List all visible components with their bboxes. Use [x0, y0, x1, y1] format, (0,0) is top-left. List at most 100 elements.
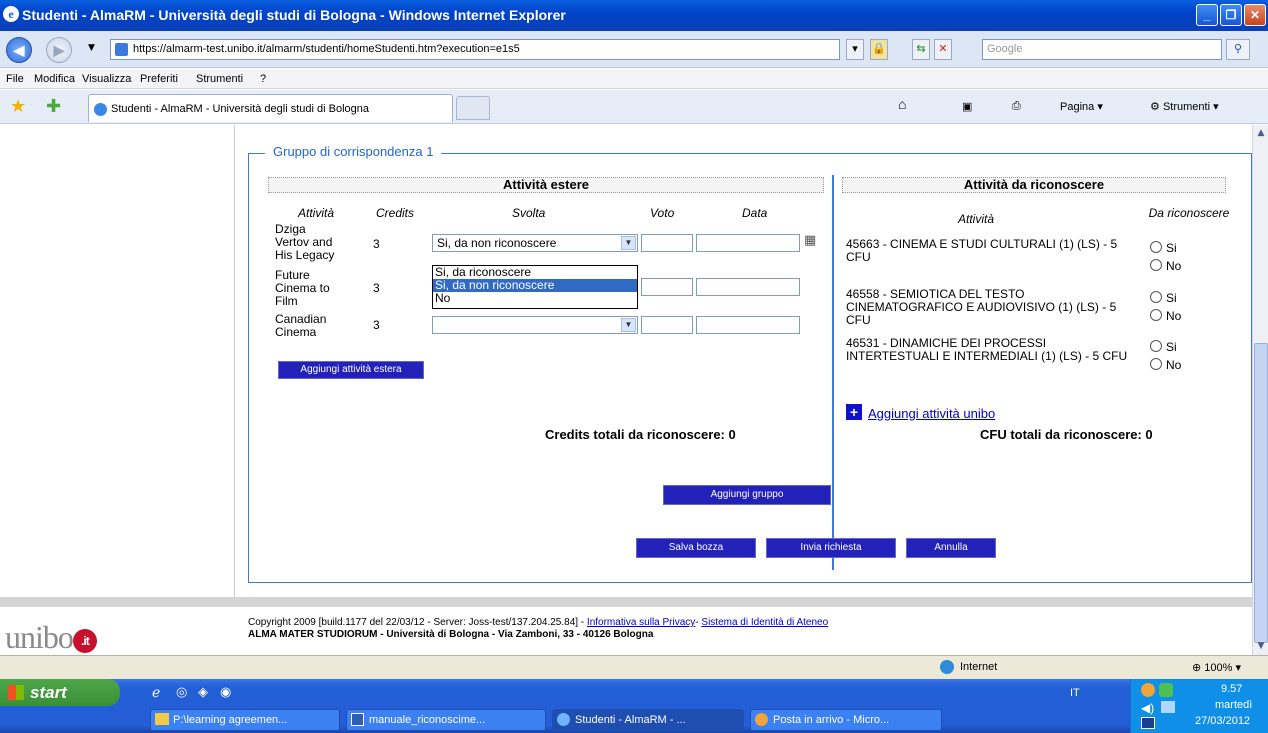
calendar-icon[interactable]: ▦: [804, 233, 816, 248]
scroll-up-icon[interactable]: ▲: [1254, 126, 1268, 140]
address-bar[interactable]: https://almarm-test.unibo.it/almarm/stud…: [110, 39, 840, 60]
folder-icon: [155, 713, 169, 725]
scroll-down-icon[interactable]: ▼: [1254, 639, 1268, 653]
forward-button[interactable]: ▶: [46, 37, 72, 63]
radio-si[interactable]: [1150, 241, 1162, 253]
zone-label: Internet: [960, 661, 998, 673]
tray-outlook-icon[interactable]: [1141, 683, 1155, 697]
page-content: Gruppo di corrispondenza 1 Attività este…: [0, 125, 1252, 655]
network-icon[interactable]: [1161, 701, 1175, 713]
menu-file[interactable]: File: [6, 73, 24, 85]
taskbar-item[interactable]: manuale_riconoscime...: [346, 709, 546, 731]
tools-menu[interactable]: ⚙ Strumenti ▾: [1150, 100, 1219, 113]
dropdown-option-selected[interactable]: Si, da non riconoscere: [433, 279, 637, 292]
menu-help[interactable]: ?: [260, 73, 266, 85]
unibo-activity-name: 46531 - DINAMICHE DEI PROCESSI INTERTEST…: [846, 336, 1128, 363]
menu-visualizza[interactable]: Visualizza: [82, 73, 131, 85]
add-unibo-activity-link[interactable]: Aggiungi attività unibo: [868, 406, 995, 421]
send-request-button[interactable]: Invia richiesta: [766, 538, 896, 558]
minimize-button[interactable]: _: [1196, 4, 1218, 26]
display-icon[interactable]: [1141, 717, 1155, 729]
identity-link[interactable]: Sistema di Identità di Ateneo: [701, 617, 828, 628]
window-title-bar[interactable]: e Studenti - AlmaRM - Università degli s…: [0, 0, 1268, 31]
taskbar-item-active[interactable]: Studenti - AlmaRM - ...: [552, 709, 744, 731]
taskbar-item-label: manuale_riconoscime...: [369, 714, 486, 726]
stop-icon[interactable]: ✕: [934, 39, 952, 60]
data-input[interactable]: [696, 316, 800, 334]
windows-logo-icon: [8, 685, 24, 700]
taskbar-item[interactable]: Posta in arrivo - Micro...: [750, 709, 942, 731]
tab-bar: ★ ✚ Studenti - AlmaRM - Università degli…: [0, 90, 1268, 124]
page-menu[interactable]: Pagina ▾: [1060, 100, 1103, 113]
chevron-down-icon: ▼: [621, 236, 636, 250]
maximize-button[interactable]: ❐: [1220, 4, 1242, 26]
status-bar: Internet ⊕ 100% ▾: [0, 655, 1268, 679]
voto-input[interactable]: [641, 234, 693, 252]
col-data: Data: [742, 206, 768, 220]
quicklaunch-ie-icon[interactable]: ℯ: [152, 684, 160, 701]
svolta-select-value: Si, da non riconoscere: [437, 236, 557, 250]
favorites-star-icon[interactable]: ★: [10, 96, 26, 117]
search-input[interactable]: Google: [982, 39, 1222, 60]
tray-security-icon[interactable]: [1159, 683, 1173, 697]
menu-strumenti[interactable]: Strumenti: [196, 73, 243, 85]
radio-no[interactable]: [1150, 259, 1162, 271]
menu-preferiti[interactable]: Preferiti: [140, 73, 178, 85]
quicklaunch-firefox-icon[interactable]: ◉: [220, 684, 231, 700]
voto-input[interactable]: [641, 278, 693, 296]
col-attivita: Attività: [298, 206, 335, 220]
language-indicator[interactable]: IT: [1070, 687, 1080, 699]
back-button[interactable]: ◀: [6, 37, 32, 63]
start-button[interactable]: start: [0, 679, 120, 706]
radio-no[interactable]: [1150, 358, 1162, 370]
add-group-button[interactable]: Aggiungi gruppo: [663, 485, 831, 505]
data-input[interactable]: [696, 278, 800, 296]
cancel-button[interactable]: Annulla: [906, 538, 996, 558]
zoom-level[interactable]: ⊕ 100% ▾: [1192, 661, 1241, 674]
print-icon[interactable]: ⎙: [1012, 100, 1021, 113]
lock-icon[interactable]: 🔒: [870, 39, 888, 60]
feeds-icon[interactable]: ▣: [962, 100, 972, 113]
radio-si[interactable]: [1150, 340, 1162, 352]
home-icon[interactable]: ⌂: [898, 96, 906, 112]
start-label: start: [30, 683, 67, 702]
tab-studenti[interactable]: Studenti - AlmaRM - Università degli stu…: [88, 94, 453, 122]
dropdown-option[interactable]: No: [433, 292, 637, 305]
vertical-scrollbar[interactable]: ▲ ▼: [1252, 125, 1268, 655]
col-da-riconoscere: Da riconoscere: [1148, 206, 1230, 220]
radio-si-label: Si: [1166, 241, 1177, 255]
history-dropdown-icon[interactable]: ▼: [88, 43, 95, 53]
globe-icon: [940, 660, 954, 674]
add-foreign-activity-button[interactable]: Aggiungi attività estera: [278, 361, 424, 379]
save-draft-button[interactable]: Salva bozza: [636, 538, 756, 558]
copyright-line: Copyright 2009 [build.1177 del 22/03/12 …: [248, 617, 587, 628]
refresh-icon[interactable]: ⇆: [912, 39, 930, 60]
radio-si-label: Si: [1166, 340, 1177, 354]
address-dropdown-icon[interactable]: ▾: [846, 39, 864, 60]
taskbar-item[interactable]: P:\learning agreemen...: [150, 709, 340, 731]
recognize-activities-header: Attività da riconoscere: [842, 177, 1226, 193]
radio-si[interactable]: [1150, 291, 1162, 303]
search-icon[interactable]: ⚲: [1226, 39, 1250, 60]
cfu-total: CFU totali da riconoscere: 0: [980, 427, 1153, 442]
quicklaunch-app-icon[interactable]: ◈: [198, 684, 208, 700]
menu-modifica[interactable]: Modifica: [34, 73, 75, 85]
plus-icon[interactable]: +: [846, 404, 862, 420]
data-input[interactable]: [696, 234, 800, 252]
svolta-select[interactable]: Si, da non riconoscere ▼: [432, 234, 638, 252]
new-tab-button[interactable]: [456, 96, 490, 120]
voto-input[interactable]: [641, 316, 693, 334]
clock-time: 9.57: [1221, 683, 1243, 695]
footer-divider: [0, 597, 1252, 607]
scroll-thumb[interactable]: [1254, 343, 1268, 643]
close-button[interactable]: ✕: [1244, 4, 1266, 26]
add-favorites-icon[interactable]: ✚: [46, 96, 61, 117]
taskbar-item-label: P:\learning agreemen...: [173, 714, 288, 726]
taskbar-item-label: Posta in arrivo - Micro...: [773, 714, 890, 726]
ie-tab-icon: [94, 103, 107, 116]
svolta-select[interactable]: ▼: [432, 316, 638, 334]
privacy-link[interactable]: Informativa sulla Privacy: [587, 617, 695, 628]
radio-no[interactable]: [1150, 309, 1162, 321]
volume-icon[interactable]: ◀): [1141, 701, 1154, 715]
quicklaunch-outlook-icon[interactable]: ◎: [176, 684, 187, 700]
